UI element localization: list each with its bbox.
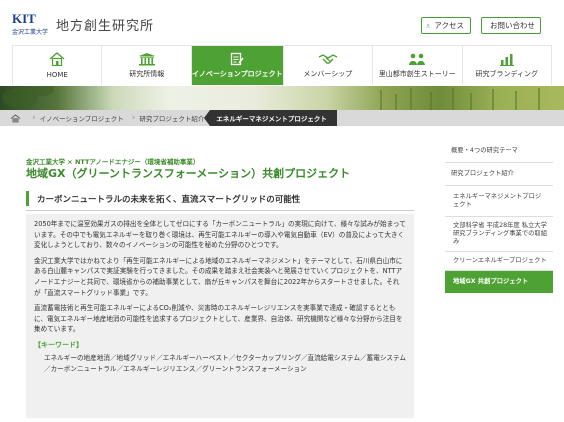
hero-stalk — [538, 88, 540, 110]
breadcrumb-label: イノベーションプロジェクト — [39, 115, 124, 123]
hero-stalk — [492, 89, 494, 110]
nav-item-research-branding[interactable]: 研究ブランディング — [463, 46, 552, 85]
hero-stalk — [515, 91, 517, 110]
logo-text: KIT — [12, 11, 36, 26]
sidebar-nav: 概要・4つの研究テーマ 研究プロジェクト紹介 エネルギーマネジメントプロジェクト… — [445, 140, 553, 293]
site-header: KIT 金沢工業大学 地方創生研究所 アクセス お問い合わせ — [0, 0, 564, 44]
building-icon — [138, 53, 155, 66]
hero-stalk — [410, 88, 412, 110]
main-content: 金沢工業大学 × NTTアノードエナジー（環境省補助事業） 地域GX（グリーント… — [26, 126, 432, 422]
hero-stalk — [470, 93, 472, 110]
chevron-right-icon: › — [131, 113, 136, 123]
site-title[interactable]: 地方創生研究所 — [56, 15, 154, 34]
breadcrumb-current: エネルギーマネジメントプロジェクト — [204, 110, 337, 126]
chevron-right-icon: › — [32, 113, 36, 123]
hero-foliage — [30, 86, 54, 96]
hero-stalk — [430, 92, 432, 110]
sidebar-item-project-intro[interactable]: 研究プロジェクト紹介 — [445, 163, 553, 186]
content-box: 2050年までに温室効果ガスの排出を全体としてゼロにする「カーボンニュートラル」… — [26, 214, 414, 418]
home-icon — [10, 113, 20, 123]
nav-label: イノベーションプロジェクト — [191, 70, 283, 78]
page-title: 地域GX（グリーントランスフォーメーション）共創プロジェクト — [26, 167, 351, 180]
breadcrumb: › イノベーションプロジェクト › 研究プロジェクト紹介 エネルギーマネジメント… — [0, 110, 564, 126]
hero-stalk — [395, 94, 397, 110]
handshake-icon — [318, 54, 338, 64]
paragraph: 直流蓄電技術と再生可能エネルギーによるCO₂削減や、災害時のエネルギーレジリエン… — [34, 304, 403, 334]
contact-label: お問い合わせ — [490, 21, 535, 30]
breadcrumb-item[interactable]: › 研究プロジェクト紹介 — [130, 113, 211, 123]
person-icon — [426, 23, 430, 28]
paragraph: 金沢工業大学ではかねてより「再生可能エネルギーによる地域のエネルギーマネジメント… — [34, 256, 403, 297]
nav-label: 研究所情報 — [129, 70, 165, 78]
nav-item-home[interactable]: HOME — [12, 46, 103, 85]
sidebar-item-energy-management[interactable]: エネルギーマネジメントプロジェクト — [445, 186, 553, 217]
nav-item-institute-info[interactable]: 研究所情報 — [102, 46, 192, 85]
access-button[interactable]: アクセス — [421, 17, 471, 34]
nav-label: 研究ブランディング — [475, 70, 539, 78]
global-nav: HOME 研究所情報 イノベーションプロジェクト メンバーシップ 里山都市創生ス… — [12, 45, 552, 85]
nav-label: メンバーシップ — [303, 70, 353, 78]
logo-subtext: 金沢工業大学 — [12, 29, 49, 36]
nav-item-membership[interactable]: メンバーシップ — [284, 46, 374, 85]
hero-stalk — [452, 88, 454, 110]
hero-banner — [0, 86, 564, 110]
keyword-list: エネルギーの地産地消／地域グリッド／エネルギーハーベスト／セクターカップリング／… — [44, 353, 406, 373]
people-icon — [409, 53, 426, 65]
divider — [26, 210, 414, 211]
sidebar-item-mext-branding[interactable]: 文部科学省 平成28年度 私立大学研究ブランディング事業での取組み — [445, 217, 553, 252]
hero-stalk — [380, 90, 382, 110]
nav-item-innovation-project[interactable]: イノベーションプロジェクト — [191, 46, 284, 85]
paragraph: 2050年までに温室効果ガスの排出を全体としてゼロにする「カーボンニュートラル」… — [34, 220, 406, 250]
sidebar-item-clean-energy[interactable]: クリーンエネルギープロジェクト — [445, 252, 553, 271]
chart-icon — [499, 54, 514, 66]
access-label: アクセス — [434, 21, 464, 30]
keyword-title: 【キーワード】 — [34, 340, 83, 349]
home-icon — [49, 52, 65, 66]
nav-label: 里山都市創生ストーリー — [378, 70, 456, 78]
contact-button[interactable]: お問い合わせ — [481, 17, 541, 34]
section-heading: カーボンニュートラルの未来を拓く、直流スマートグリッドの可能性 — [26, 191, 414, 206]
breadcrumb-label: 研究プロジェクト紹介 — [139, 115, 205, 123]
breadcrumb-item[interactable]: › イノベーションプロジェクト — [30, 113, 130, 123]
nav-item-satoyama-story[interactable]: 里山都市創生ストーリー — [373, 46, 463, 85]
document-icon — [231, 52, 244, 66]
nav-label: HOME — [46, 71, 68, 79]
kit-logo[interactable]: KIT 金沢工業大学 — [12, 11, 50, 36]
sidebar-item-regional-gx[interactable]: 地域GX 共創プロジェクト — [445, 271, 553, 293]
sidebar-item-overview[interactable]: 概要・4つの研究テーマ — [445, 140, 553, 163]
breadcrumb-home[interactable] — [0, 110, 30, 126]
